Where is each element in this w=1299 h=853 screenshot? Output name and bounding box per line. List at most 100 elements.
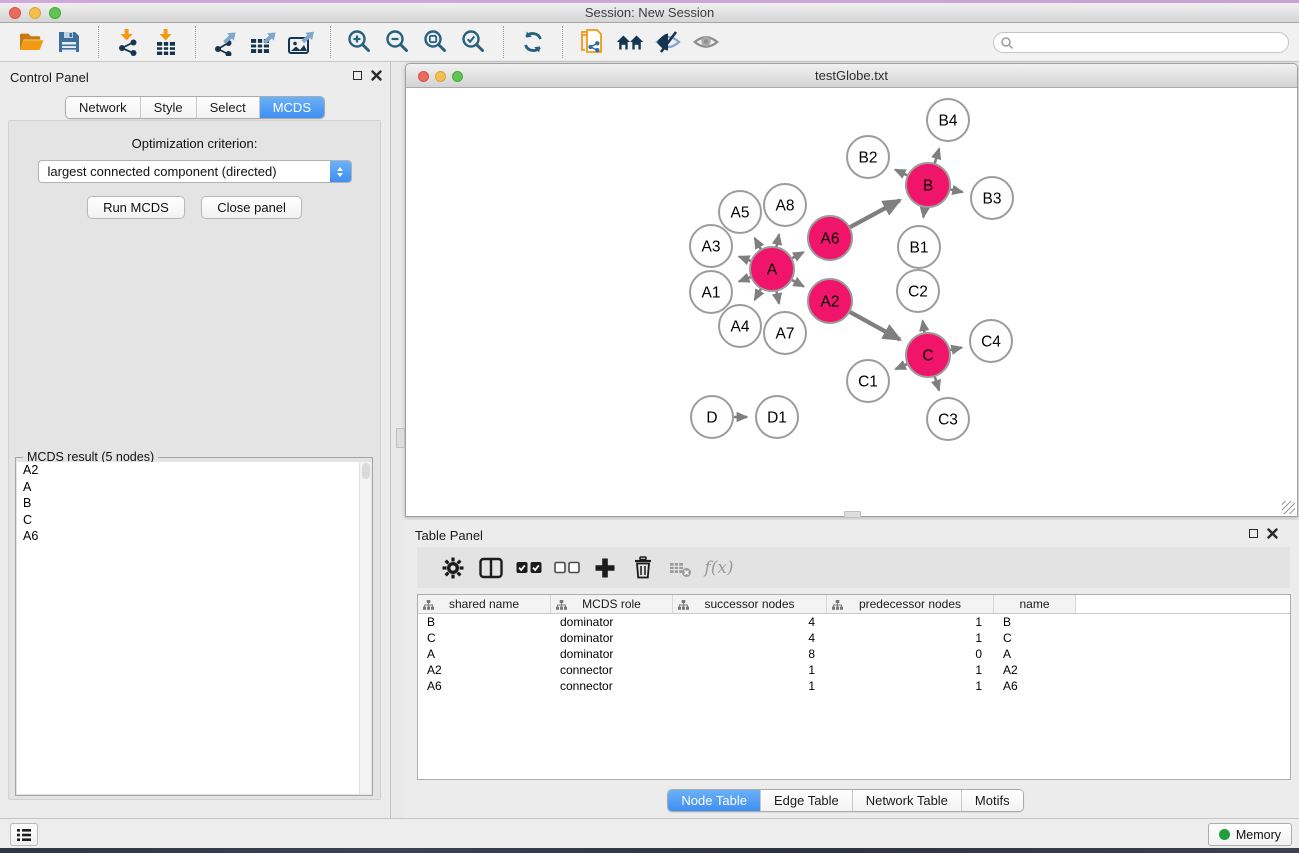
node-B4[interactable]: B4 <box>927 99 969 141</box>
vertical-divider-grip[interactable] <box>396 428 405 448</box>
network-document-button[interactable] <box>577 27 607 57</box>
criterion-dropdown[interactable]: largest connected component (directed) <box>38 160 352 183</box>
zoom-out-button[interactable] <box>383 27 413 57</box>
close-panel-icon[interactable] <box>1267 528 1278 539</box>
tab-table-edge-table[interactable]: Edge Table <box>761 790 853 811</box>
table-row[interactable]: A2connector11A2 <box>418 662 1290 678</box>
node-A3[interactable]: A3 <box>690 225 732 267</box>
edge-B-B1[interactable] <box>923 207 925 218</box>
home-pages-button[interactable] <box>615 27 645 57</box>
tab-table-network-table[interactable]: Network Table <box>853 790 962 811</box>
table-cell[interactable]: B <box>418 614 551 630</box>
edge-A-A4[interactable] <box>755 288 762 300</box>
edge-A-A8[interactable] <box>776 234 779 247</box>
tab-control-network[interactable]: Network <box>66 97 141 118</box>
table-row[interactable]: Cdominator41C <box>418 630 1290 646</box>
table-cell[interactable]: connector <box>551 678 673 694</box>
table-cell[interactable]: C <box>418 630 551 646</box>
node-D[interactable]: D <box>691 396 733 438</box>
minimize-window-button[interactable] <box>29 7 41 19</box>
node-A1[interactable]: A1 <box>690 271 732 313</box>
edge-A2-C[interactable] <box>849 312 900 340</box>
table-cell[interactable]: A6 <box>418 678 551 694</box>
zoom-in-button[interactable] <box>345 27 375 57</box>
run-mcds-button[interactable]: Run MCDS <box>87 196 185 219</box>
table-cell[interactable]: A2 <box>418 662 551 678</box>
node-C[interactable]: C <box>906 333 950 377</box>
zoom-selected-button[interactable] <box>459 27 489 57</box>
node-A4[interactable]: A4 <box>719 305 761 347</box>
close-panel-icon[interactable] <box>371 70 382 81</box>
export-image-button[interactable] <box>286 27 316 57</box>
edge-A-A3[interactable] <box>739 257 751 262</box>
node-C2[interactable]: C2 <box>897 270 939 312</box>
show-eye-button[interactable] <box>691 27 721 57</box>
table-cell[interactable]: 1 <box>673 662 827 678</box>
table-cell[interactable]: 0 <box>827 646 994 662</box>
node-A5[interactable]: A5 <box>719 191 761 233</box>
table-cell[interactable]: 1 <box>827 630 994 646</box>
node-A7[interactable]: A7 <box>764 312 806 354</box>
column-layout-button[interactable] <box>472 553 510 583</box>
table-cell[interactable]: connector <box>551 662 673 678</box>
node-C3[interactable]: C3 <box>927 398 969 440</box>
float-panel-icon[interactable] <box>353 71 362 80</box>
table-row[interactable]: A6connector11A6 <box>418 678 1290 694</box>
edge-A-A6[interactable] <box>791 252 803 258</box>
tab-control-style[interactable]: Style <box>141 97 197 118</box>
select-all-button[interactable] <box>510 553 548 583</box>
gear-button[interactable] <box>434 553 472 583</box>
node-D1[interactable]: D1 <box>756 396 798 438</box>
save-session-button[interactable] <box>54 27 84 57</box>
table-cell[interactable]: 1 <box>827 678 994 694</box>
network-window-titlebar[interactable]: testGlobe.txt <box>406 64 1297 88</box>
node-C1[interactable]: C1 <box>847 360 889 402</box>
close-panel-button[interactable]: Close panel <box>201 196 302 219</box>
node-A6[interactable]: A6 <box>808 216 852 260</box>
resize-grip[interactable] <box>1282 501 1295 514</box>
mcds-list-scrollbar[interactable] <box>359 462 371 794</box>
mcds-result-item[interactable]: A <box>17 479 371 496</box>
node-C4[interactable]: C4 <box>970 320 1012 362</box>
export-table-button[interactable] <box>248 27 278 57</box>
edge-A-A1[interactable] <box>739 277 751 282</box>
zoom-window-button[interactable] <box>49 7 61 19</box>
node-A[interactable]: A <box>750 247 794 291</box>
tab-table-motifs[interactable]: Motifs <box>962 790 1023 811</box>
zoom-fit-button[interactable] <box>421 27 451 57</box>
table-cell[interactable]: C <box>994 630 1076 646</box>
mcds-result-item[interactable]: A2 <box>17 462 371 479</box>
import-network-button[interactable] <box>113 27 143 57</box>
open-file-button[interactable] <box>16 27 46 57</box>
node-A2[interactable]: A2 <box>808 279 852 323</box>
table-cell[interactable]: dominator <box>551 630 673 646</box>
table-cell[interactable]: 1 <box>827 614 994 630</box>
table-cell[interactable]: A <box>994 646 1076 662</box>
add-column-button[interactable] <box>586 553 624 583</box>
table-cell[interactable]: A6 <box>994 678 1076 694</box>
function-builder-button[interactable]: f(x) <box>700 553 738 583</box>
network-canvas[interactable]: B4B2BB3A8A5A6A3B1AC2A1A2A4A7C4CC1C3DD1 <box>406 88 1297 516</box>
float-panel-icon[interactable] <box>1249 529 1258 538</box>
delete-button[interactable] <box>624 553 662 583</box>
node-A8[interactable]: A8 <box>764 184 806 226</box>
table-cell[interactable]: 4 <box>673 614 827 630</box>
network-zoom-button[interactable] <box>452 71 463 82</box>
horizontal-divider-grip[interactable] <box>844 511 861 518</box>
network-minimize-button[interactable] <box>435 71 446 82</box>
delete-table-button[interactable] <box>662 553 700 583</box>
hide-style-button[interactable] <box>653 27 683 57</box>
task-history-button[interactable] <box>10 823 38 846</box>
node-B2[interactable]: B2 <box>847 136 889 178</box>
tab-control-mcds[interactable]: MCDS <box>260 97 324 118</box>
export-network-button[interactable] <box>210 27 240 57</box>
column-header-shared-name[interactable]: shared name <box>418 595 551 613</box>
node-B3[interactable]: B3 <box>971 177 1013 219</box>
refresh-button[interactable] <box>518 27 548 57</box>
table-cell[interactable]: B <box>994 614 1076 630</box>
mcds-result-item[interactable]: C <box>17 512 371 529</box>
table-cell[interactable]: 8 <box>673 646 827 662</box>
column-header-successor-nodes[interactable]: successor nodes <box>673 595 827 613</box>
edge-B-B2[interactable] <box>895 170 908 176</box>
table-cell[interactable]: 4 <box>673 630 827 646</box>
